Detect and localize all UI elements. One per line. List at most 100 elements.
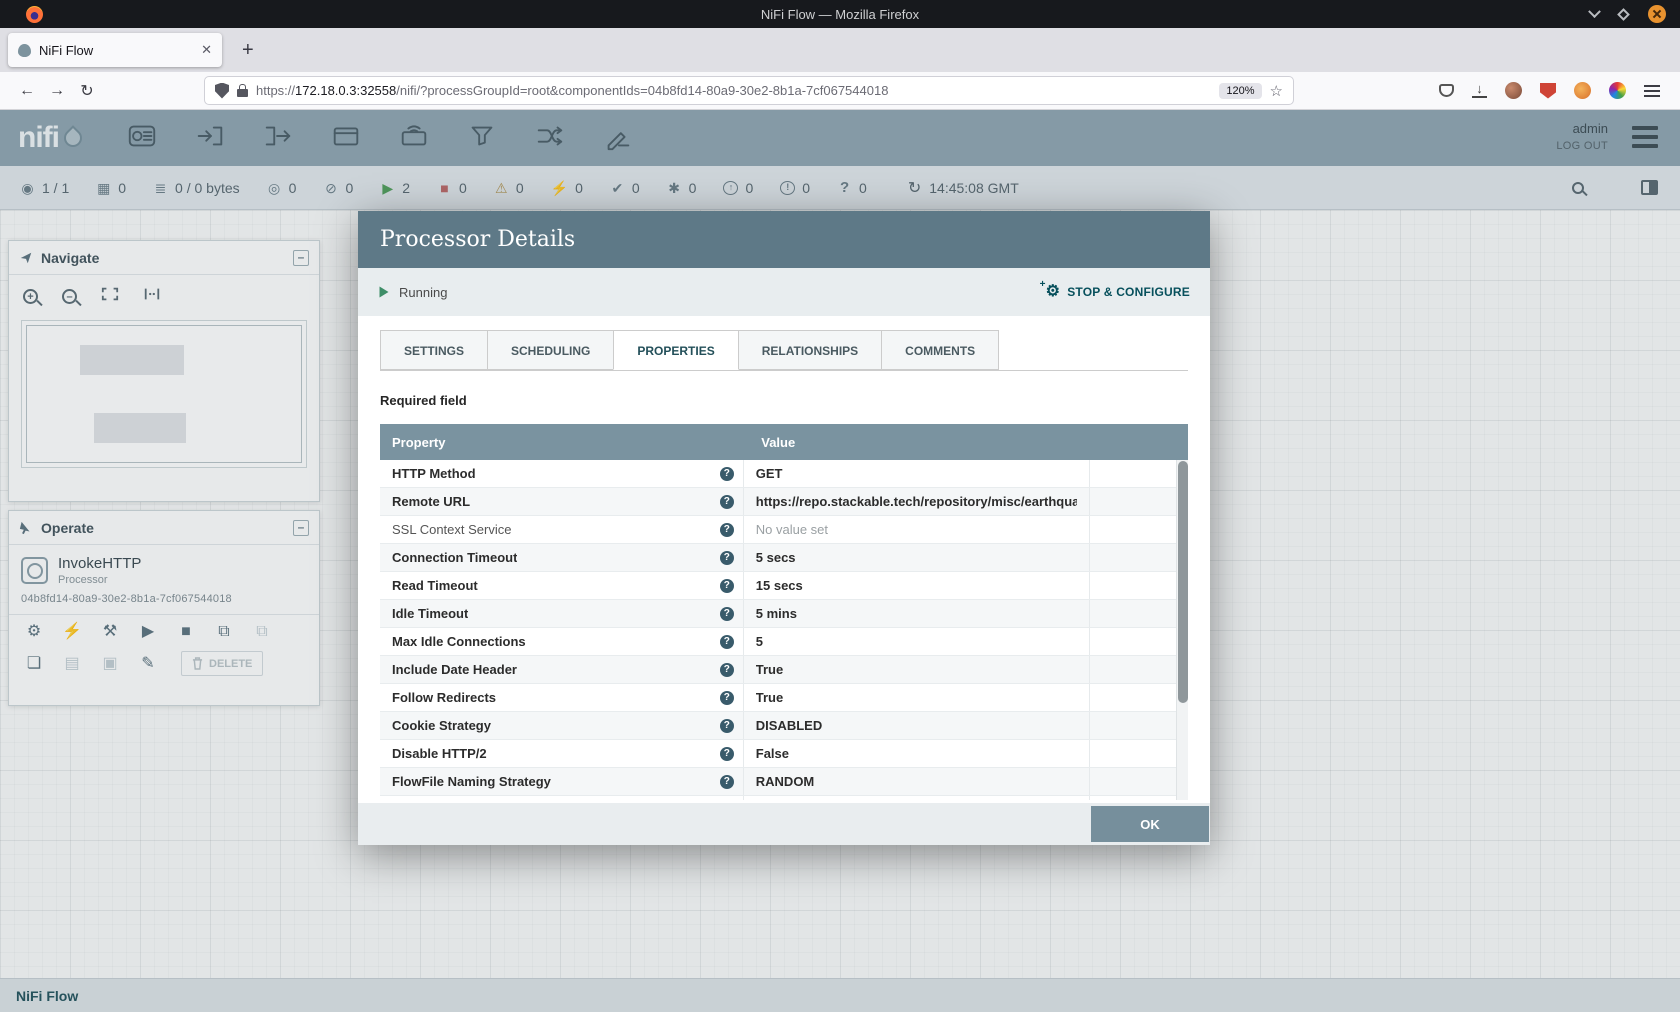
help-icon[interactable]: ? bbox=[720, 747, 734, 761]
property-row[interactable]: Connection Timeout ? 5 secs bbox=[380, 544, 1176, 572]
property-value: 5 bbox=[756, 634, 763, 649]
component-state: Running bbox=[378, 285, 447, 300]
running-state-icon bbox=[378, 285, 390, 299]
property-row[interactable]: Include Date Header ? True bbox=[380, 656, 1176, 684]
dialog-state-bar: Running ⚙ STOP & CONFIGURE bbox=[358, 268, 1210, 316]
profile-avatar-icon[interactable] bbox=[1505, 82, 1522, 99]
property-name: HTTP Method bbox=[392, 466, 476, 481]
help-icon[interactable]: ? bbox=[720, 523, 734, 537]
pocket-icon[interactable] bbox=[1439, 84, 1454, 97]
dialog-title: Processor Details bbox=[380, 227, 575, 252]
dialog-tab[interactable]: COMMENTS bbox=[881, 330, 999, 370]
browser-tabbar: NiFi Flow ✕ + bbox=[0, 28, 1680, 72]
ok-button[interactable]: OK bbox=[1091, 806, 1209, 842]
help-icon[interactable]: ? bbox=[720, 607, 734, 621]
value-column-header: Value bbox=[749, 435, 1188, 450]
tab-favicon-icon bbox=[18, 44, 31, 57]
extension-pinwheel-icon[interactable] bbox=[1609, 82, 1626, 99]
toolbar-icons: ↓ bbox=[1439, 82, 1660, 99]
property-name: Read Timeout bbox=[392, 578, 478, 593]
help-icon[interactable]: ? bbox=[720, 635, 734, 649]
dialog-tab[interactable]: SETTINGS bbox=[380, 330, 488, 370]
property-row[interactable]: SSL Context Service ? No value set bbox=[380, 516, 1176, 544]
property-value: 5 mins bbox=[756, 606, 797, 621]
property-row[interactable]: Follow Redirects ? True bbox=[380, 684, 1176, 712]
property-row[interactable]: ? bbox=[380, 796, 1176, 800]
property-value: DISABLED bbox=[756, 718, 822, 733]
window-close-icon[interactable] bbox=[1648, 5, 1666, 23]
property-value: No value set bbox=[756, 522, 828, 537]
properties-rows: HTTP Method ? GET Remote URL ? bbox=[380, 460, 1176, 800]
url-scheme: https:// bbox=[256, 83, 295, 98]
nifi-page: nifi admin LOG OUT ◉ 1 / 1 ▦ 0 ≣ bbox=[0, 110, 1680, 1012]
property-row[interactable]: Read Timeout ? 15 secs bbox=[380, 572, 1176, 600]
property-row[interactable]: FlowFile Naming Strategy ? RANDOM bbox=[380, 768, 1176, 796]
property-value: https://repo.stackable.tech/repository/m… bbox=[756, 494, 1077, 509]
forward-button[interactable]: → bbox=[42, 82, 72, 100]
downloads-icon[interactable]: ↓ bbox=[1472, 83, 1487, 98]
dialog-footer: OK bbox=[358, 803, 1210, 845]
property-row[interactable]: Idle Timeout ? 5 mins bbox=[380, 600, 1176, 628]
help-icon[interactable]: ? bbox=[720, 495, 734, 509]
property-name: FlowFile Naming Strategy bbox=[392, 774, 551, 789]
required-field-label: Required field bbox=[380, 393, 1188, 408]
help-icon[interactable]: ? bbox=[720, 579, 734, 593]
property-value: True bbox=[756, 662, 783, 677]
property-name: SSL Context Service bbox=[392, 522, 511, 537]
processor-details-dialog: Processor Details Running ⚙ STOP & CONFI… bbox=[358, 211, 1210, 845]
window-maximize-icon[interactable] bbox=[1617, 8, 1630, 21]
tracking-protection-shield-icon[interactable] bbox=[215, 83, 229, 99]
property-row[interactable]: Max Idle Connections ? 5 bbox=[380, 628, 1176, 656]
property-row[interactable]: HTTP Method ? GET bbox=[380, 460, 1176, 488]
dialog-tab[interactable]: SCHEDULING bbox=[487, 330, 614, 370]
stop-configure-icon: ⚙ bbox=[1046, 284, 1061, 300]
window-controls bbox=[1590, 5, 1666, 23]
browser-tab[interactable]: NiFi Flow ✕ bbox=[8, 33, 222, 67]
property-value: 5 secs bbox=[756, 550, 796, 565]
firefox-logo-icon bbox=[26, 6, 43, 23]
state-label: Running bbox=[399, 285, 447, 300]
browser-menu-icon[interactable] bbox=[1644, 85, 1660, 97]
property-row[interactable]: Disable HTTP/2 ? False bbox=[380, 740, 1176, 768]
tab-close-icon[interactable]: ✕ bbox=[201, 42, 212, 58]
property-value: RANDOM bbox=[756, 774, 815, 789]
back-button[interactable]: ← bbox=[12, 82, 42, 100]
url-host: 172.18.0.3:32558 bbox=[295, 83, 396, 98]
reload-button[interactable]: ↻ bbox=[72, 81, 102, 101]
new-tab-button[interactable]: + bbox=[242, 40, 254, 60]
window-minimize-icon[interactable] bbox=[1588, 5, 1601, 18]
connection-lock-icon[interactable] bbox=[237, 89, 248, 97]
bookmark-star-icon[interactable]: ☆ bbox=[1270, 82, 1283, 100]
help-icon[interactable]: ? bbox=[720, 551, 734, 565]
properties-table-header: Property Value bbox=[380, 424, 1188, 460]
scrollbar-thumb[interactable] bbox=[1178, 461, 1188, 703]
url-path: /nifi/?processGroupId=root&componentIds=… bbox=[396, 83, 888, 98]
dialog-header: Processor Details bbox=[358, 211, 1210, 268]
help-icon[interactable]: ? bbox=[720, 775, 734, 789]
url-text[interactable]: https://172.18.0.3:32558/nifi/?processGr… bbox=[256, 83, 1211, 98]
window-titlebar: NiFi Flow — Mozilla Firefox bbox=[0, 0, 1680, 28]
dialog-body: SETTINGSSCHEDULINGPROPERTIESRELATIONSHIP… bbox=[358, 316, 1210, 803]
help-icon[interactable]: ? bbox=[720, 663, 734, 677]
stop-and-configure-button[interactable]: ⚙ STOP & CONFIGURE bbox=[1046, 284, 1190, 300]
property-value: True bbox=[756, 690, 783, 705]
property-name: Follow Redirects bbox=[392, 690, 496, 705]
dialog-tabs: SETTINGSSCHEDULINGPROPERTIESRELATIONSHIP… bbox=[380, 330, 1188, 371]
dialog-tab[interactable]: RELATIONSHIPS bbox=[738, 330, 882, 370]
property-value: 15 secs bbox=[756, 578, 803, 593]
dialog-tab[interactable]: PROPERTIES bbox=[613, 330, 738, 370]
zoom-level-badge[interactable]: 120% bbox=[1219, 83, 1261, 99]
help-icon[interactable]: ? bbox=[720, 719, 734, 733]
help-icon[interactable]: ? bbox=[720, 467, 734, 481]
property-name: Idle Timeout bbox=[392, 606, 468, 621]
property-name: Include Date Header bbox=[392, 662, 517, 677]
property-row[interactable]: Remote URL ? https://repo.stackable.tech… bbox=[380, 488, 1176, 516]
property-row[interactable]: Cookie Strategy ? DISABLED bbox=[380, 712, 1176, 740]
tab-title: NiFi Flow bbox=[39, 43, 193, 58]
url-bar[interactable]: https://172.18.0.3:32558/nifi/?processGr… bbox=[204, 76, 1294, 105]
help-icon[interactable]: ? bbox=[720, 691, 734, 705]
property-name: Max Idle Connections bbox=[392, 634, 526, 649]
ublock-origin-icon[interactable] bbox=[1540, 83, 1556, 99]
table-scrollbar[interactable] bbox=[1176, 460, 1188, 800]
extension-avatar-icon[interactable] bbox=[1574, 82, 1591, 99]
